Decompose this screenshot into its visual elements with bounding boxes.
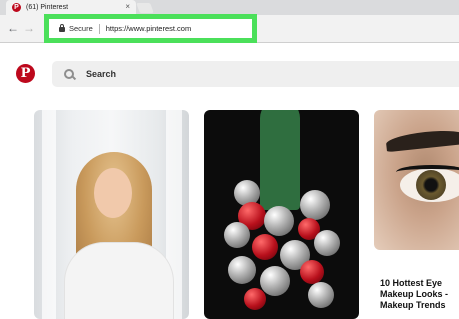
tree-shape (260, 110, 300, 210)
eyelash-shape (396, 165, 459, 179)
ornament (260, 266, 290, 296)
address-bar[interactable]: Secure https://www.pinterest.com (44, 14, 257, 43)
secure-label: Secure (69, 24, 93, 33)
ornament (314, 230, 340, 256)
background-pillar (42, 110, 56, 319)
eyebrow-shape (385, 127, 459, 153)
lock-icon (59, 24, 65, 32)
pinterest-header: P Search (0, 44, 459, 100)
ornament (300, 190, 330, 220)
ornament (228, 256, 256, 284)
pin-woman-portrait[interactable] (34, 110, 189, 319)
new-tab-button[interactable] (136, 3, 154, 13)
ornament (252, 234, 278, 260)
ornament (224, 222, 250, 248)
tab-close-icon[interactable]: × (125, 2, 130, 11)
search-input[interactable]: Search (52, 61, 459, 87)
pin-eye-makeup[interactable] (374, 110, 459, 250)
face-shape (94, 168, 132, 218)
shirt-shape (64, 242, 174, 319)
pinterest-favicon-icon: P (12, 3, 21, 12)
browser-tab[interactable]: P (61) Pinterest × (6, 0, 136, 15)
tab-strip: P (61) Pinterest × (0, 0, 459, 15)
tab-title: (61) Pinterest (26, 4, 69, 11)
pin-ornament-tree[interactable] (204, 110, 359, 319)
ornament (308, 282, 334, 308)
search-icon (64, 69, 74, 79)
pin-title[interactable]: 10 Hottest Eye Makeup Looks - Makeup Tre… (380, 278, 459, 311)
pinterest-logo-icon[interactable]: P (16, 64, 35, 83)
url-text[interactable]: https://www.pinterest.com (106, 24, 191, 33)
back-arrow-icon[interactable]: ← (7, 21, 19, 35)
address-separator (98, 23, 100, 34)
ornament (300, 260, 324, 284)
ornament (264, 206, 294, 236)
search-label: Search (86, 69, 117, 79)
forward-arrow-icon[interactable]: → (23, 21, 35, 35)
ornament (244, 288, 266, 310)
